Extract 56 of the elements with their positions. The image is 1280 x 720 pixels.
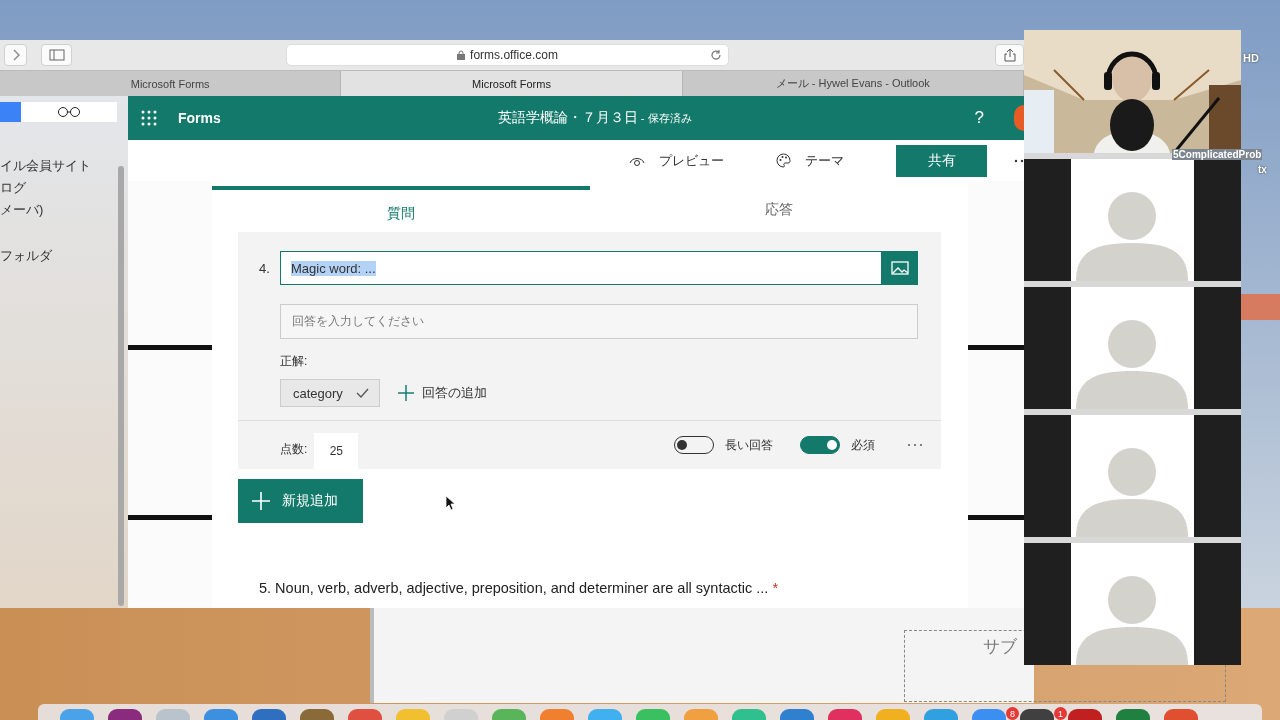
window-edge bbox=[1241, 294, 1280, 320]
notification-badge: 8 bbox=[1006, 707, 1019, 720]
desktop-icon-label: HD bbox=[1243, 52, 1259, 64]
avatar-silhouette-icon bbox=[1071, 287, 1194, 409]
correct-answer-label: 正解: bbox=[280, 353, 309, 370]
toggle-switch[interactable] bbox=[800, 436, 840, 454]
mouse-cursor-icon bbox=[445, 495, 455, 511]
sidebar-button[interactable] bbox=[41, 44, 72, 66]
points-field[interactable]: 25 bbox=[314, 433, 359, 469]
reading-list-segment[interactable] bbox=[21, 102, 117, 122]
help-button[interactable]: ? bbox=[974, 108, 984, 128]
avatar-silhouette-icon bbox=[1071, 159, 1194, 281]
reload-icon[interactable] bbox=[710, 49, 723, 61]
add-answer-button[interactable]: 回答の追加 bbox=[398, 384, 487, 402]
chevron-right-icon bbox=[11, 49, 20, 61]
account-avatar[interactable] bbox=[1014, 105, 1024, 131]
form-tab[interactable]: 応答 bbox=[590, 181, 968, 232]
plus-icon bbox=[398, 385, 414, 401]
bookmark-item[interactable]: メーバ) bbox=[0, 202, 128, 218]
plus-icon bbox=[252, 492, 270, 510]
share-icon bbox=[1003, 48, 1016, 62]
question-title-field[interactable]: Magic word: ... bbox=[280, 251, 882, 285]
app-launcher-icon[interactable] bbox=[141, 110, 157, 126]
share-button[interactable] bbox=[995, 44, 1024, 66]
placeholder-text: サブ bbox=[983, 636, 1017, 658]
browser-tab[interactable]: Microsoft Forms bbox=[341, 71, 683, 96]
bookmark-item[interactable]: イル会員サイト bbox=[0, 158, 128, 174]
address-bar[interactable]: forms.office.com bbox=[285, 44, 730, 66]
points-label: 点数: bbox=[280, 440, 308, 458]
share-button[interactable]: 共有 bbox=[896, 144, 987, 177]
add-new-button[interactable]: 新規追加 bbox=[238, 479, 363, 523]
glasses-icon bbox=[56, 107, 82, 117]
app-name: Forms bbox=[178, 110, 221, 126]
insert-image-button[interactable] bbox=[882, 251, 918, 285]
palette-icon bbox=[776, 153, 791, 168]
lock-icon bbox=[457, 50, 466, 60]
bookmark-item[interactable]: ログ bbox=[0, 180, 128, 196]
forward-button[interactable] bbox=[4, 44, 28, 66]
avatar-silhouette-icon bbox=[1071, 415, 1194, 537]
image-icon bbox=[891, 261, 909, 275]
toggle-label: 長い回答 bbox=[725, 436, 773, 454]
answer-chip[interactable]: category bbox=[280, 379, 380, 407]
notification-badge: 1 bbox=[1054, 707, 1067, 720]
bookmark-item[interactable]: フォルダ bbox=[0, 248, 128, 264]
toggle-label: 必須 bbox=[851, 436, 875, 454]
question-number: 4. bbox=[259, 260, 271, 276]
desktop-icon-label: tx bbox=[1258, 164, 1267, 175]
command-button[interactable]: プレビュー bbox=[629, 151, 724, 170]
check-icon bbox=[356, 388, 369, 398]
more-icon[interactable] bbox=[1014, 158, 1024, 163]
form-title: 英語学概論・７月３日 - 保存済み bbox=[497, 109, 692, 127]
command-button[interactable]: テーマ bbox=[776, 151, 844, 170]
question-text: 5. Noun, verb, adverb, adjective, preposition, and determiner are all syntactic ... * bbox=[259, 580, 780, 596]
sidebar-icon bbox=[48, 49, 65, 61]
answer-field[interactable]: 回答を入力してください bbox=[280, 304, 918, 339]
desktop-icon-label: 5ComplicatedProb bbox=[1172, 149, 1263, 160]
